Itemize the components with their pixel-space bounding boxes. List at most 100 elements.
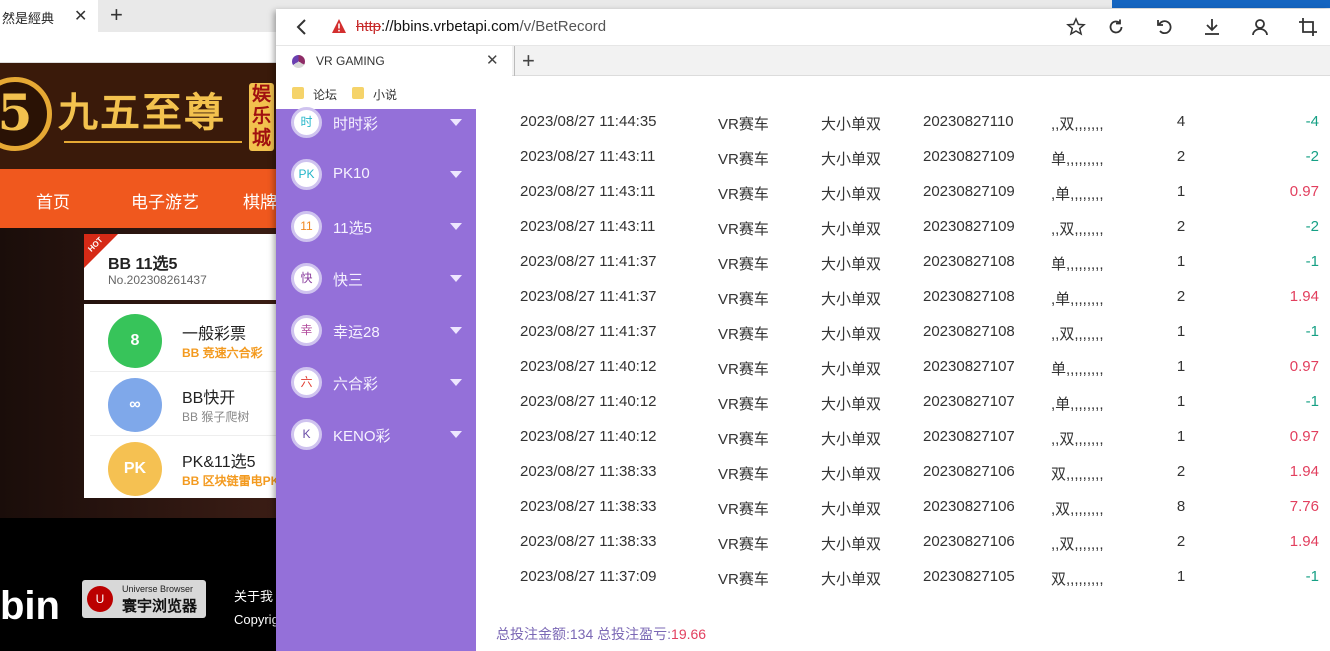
bet-amount: 2 [1176, 218, 1186, 235]
chevron-down-icon[interactable] [450, 223, 462, 230]
hot-game-card[interactable]: HOT BB 11选5 No.202308261437 [84, 234, 280, 300]
user-icon[interactable] [1250, 17, 1270, 37]
bet-issue: 20230827107 [923, 428, 1015, 445]
footer-about-link[interactable]: 关于我 [234, 586, 273, 605]
bet-game: VR赛车 [718, 466, 769, 483]
site-logo-badge: 娱乐城 [249, 83, 274, 151]
bet-play-type: 大小单双 [821, 256, 882, 273]
sidebar-item-pk10[interactable]: PK PK10 [276, 159, 476, 211]
bet-amount: 2 [1176, 463, 1186, 480]
undo-icon[interactable] [1154, 17, 1174, 37]
bet-content: ,,双,,,,,,, [1051, 221, 1104, 238]
chevron-down-icon[interactable] [450, 171, 462, 178]
bet-game: VR赛车 [718, 221, 769, 238]
bet-time: 2023/08/27 11:44:35 [520, 113, 657, 130]
bet-play-type: 大小单双 [821, 466, 882, 483]
universe-browser-badge[interactable]: U Universe Browser 寰宇浏览器 [82, 580, 206, 618]
address-bar: http://bbins.vrbetapi.com/v/BetRecord [276, 9, 1330, 46]
background-tab-close-icon[interactable]: ✕ [74, 6, 87, 26]
bet-game: VR赛车 [718, 501, 769, 518]
bet-game: VR赛车 [718, 186, 769, 203]
bet-content: ,,双,,,,,,, [1051, 326, 1104, 343]
quick-open-icon: ∞ [108, 378, 162, 432]
bet-play-type: 大小单双 [821, 186, 882, 203]
table-row: 2023/08/27 11:38:33 VR赛车 大小单双 2023082710… [476, 498, 1330, 533]
site-nav-chess[interactable]: 棋牌 [243, 188, 277, 213]
sidebar-item-label: 11选5 [333, 220, 372, 237]
bet-amount: 4 [1176, 113, 1186, 130]
bet-issue: 20230827109 [923, 148, 1015, 165]
game-category-sub: BB 竞速六合彩 [182, 346, 263, 360]
crop-icon[interactable] [1298, 17, 1318, 37]
url-host: ://bbins.vrbetapi.com [381, 18, 520, 35]
bet-time: 2023/08/27 11:43:11 [520, 218, 656, 235]
refresh-icon[interactable] [1106, 17, 1126, 37]
star-bookmark-icon[interactable] [1066, 17, 1086, 37]
sidebar-item-label: 六合彩 [333, 376, 379, 393]
bet-win-loss: 0.97 [1289, 428, 1319, 445]
chevron-down-icon[interactable] [450, 327, 462, 334]
site-logo-mark: 5 [0, 77, 52, 151]
universe-browser-en: Universe Browser [122, 584, 194, 594]
bet-game: VR赛车 [718, 396, 769, 413]
footer-copyright: Copyrig [234, 612, 279, 627]
game-category-item[interactable]: 8 一般彩票 BB 竞速六合彩 [90, 308, 280, 372]
bet-issue: 20230827106 [923, 533, 1015, 550]
game-category-sub: BB 区块链雷电PK [182, 474, 280, 488]
site-nav-home[interactable]: 首页 [36, 188, 70, 213]
bet-content: ,,双,,,,,,, [1051, 116, 1104, 133]
bet-issue: 20230827106 [923, 498, 1015, 515]
sidebar-item-11x5[interactable]: 11 11选5 [276, 211, 476, 263]
hot-game-title: BB 11选5 [108, 256, 178, 273]
game-category-list: 8 一般彩票 BB 竞速六合彩 ∞ BB快开 BB 猴子爬树 PK PK&11选… [84, 304, 280, 498]
download-icon[interactable] [1202, 17, 1222, 37]
bet-content: ,,双,,,,,,, [1051, 431, 1104, 448]
table-row: 2023/08/27 11:43:11 VR赛车 大小单双 2023082710… [476, 148, 1330, 183]
bet-amount: 1 [1176, 323, 1186, 340]
background-new-tab-icon[interactable]: + [110, 2, 123, 28]
sidebar-item-shishicai[interactable]: 时 时时彩 [276, 107, 476, 159]
tab-close-icon[interactable]: ✕ [486, 51, 499, 69]
bet-play-type: 大小单双 [821, 221, 882, 238]
bet-win-loss: -2 [1305, 148, 1319, 165]
tab-divider [514, 46, 515, 76]
sidebar-item-kuaisan[interactable]: 快 快三 [276, 263, 476, 315]
game-category-item[interactable]: ∞ BB快开 BB 猴子爬树 [90, 372, 280, 436]
bookmark-forum[interactable]: 论坛 [313, 86, 337, 103]
game-category-name: PK&11选5 [182, 454, 256, 471]
footer-bbin-logo: bin [0, 584, 60, 628]
sidebar-item-keno[interactable]: K KENO彩 [276, 419, 476, 471]
game-category-item[interactable]: PK PK&11选5 BB 区块链雷电PK [90, 436, 280, 500]
summary-profit-value: 19.66 [671, 626, 707, 642]
bookmark-novel[interactable]: 小说 [373, 86, 397, 103]
bet-amount: 1 [1176, 358, 1186, 375]
bet-play-type: 大小单双 [821, 431, 882, 448]
bet-game: VR赛车 [718, 571, 769, 588]
sidebar-item-label: KENO彩 [333, 428, 391, 445]
bet-game: VR赛车 [718, 326, 769, 343]
chevron-down-icon[interactable] [450, 379, 462, 386]
sidebar-item-marksix[interactable]: 六 六合彩 [276, 367, 476, 419]
url-field[interactable]: http://bbins.vrbetapi.com/v/BetRecord [356, 18, 606, 35]
tab-title: VR GAMING [316, 54, 385, 68]
chevron-down-icon[interactable] [450, 431, 462, 438]
site-nav-egames[interactable]: 电子游艺 [131, 188, 199, 213]
bet-time: 2023/08/27 11:38:33 [520, 533, 657, 550]
tab-vr-gaming[interactable]: VR GAMING ✕ [276, 46, 512, 76]
sidebar-item-label: 时时彩 [333, 116, 379, 133]
chevron-down-icon[interactable] [450, 275, 462, 282]
sidebar-item-lucky28[interactable]: 幸 幸运28 [276, 315, 476, 367]
back-icon[interactable] [294, 18, 308, 36]
background-tab[interactable]: 然是經典 ✕ [0, 0, 98, 32]
bet-play-type: 大小单双 [821, 326, 882, 343]
background-accent-strip [1112, 0, 1330, 8]
url-path: /v/BetRecord [519, 18, 607, 35]
bet-win-loss: -2 [1305, 218, 1319, 235]
not-secure-warning-icon[interactable] [331, 18, 347, 34]
bet-game: VR赛车 [718, 116, 769, 133]
bet-game: VR赛车 [718, 431, 769, 448]
chevron-down-icon[interactable] [450, 119, 462, 126]
bet-play-type: 大小单双 [821, 396, 882, 413]
lottery-icon: 8 [108, 314, 162, 368]
new-tab-icon[interactable]: + [522, 48, 535, 74]
